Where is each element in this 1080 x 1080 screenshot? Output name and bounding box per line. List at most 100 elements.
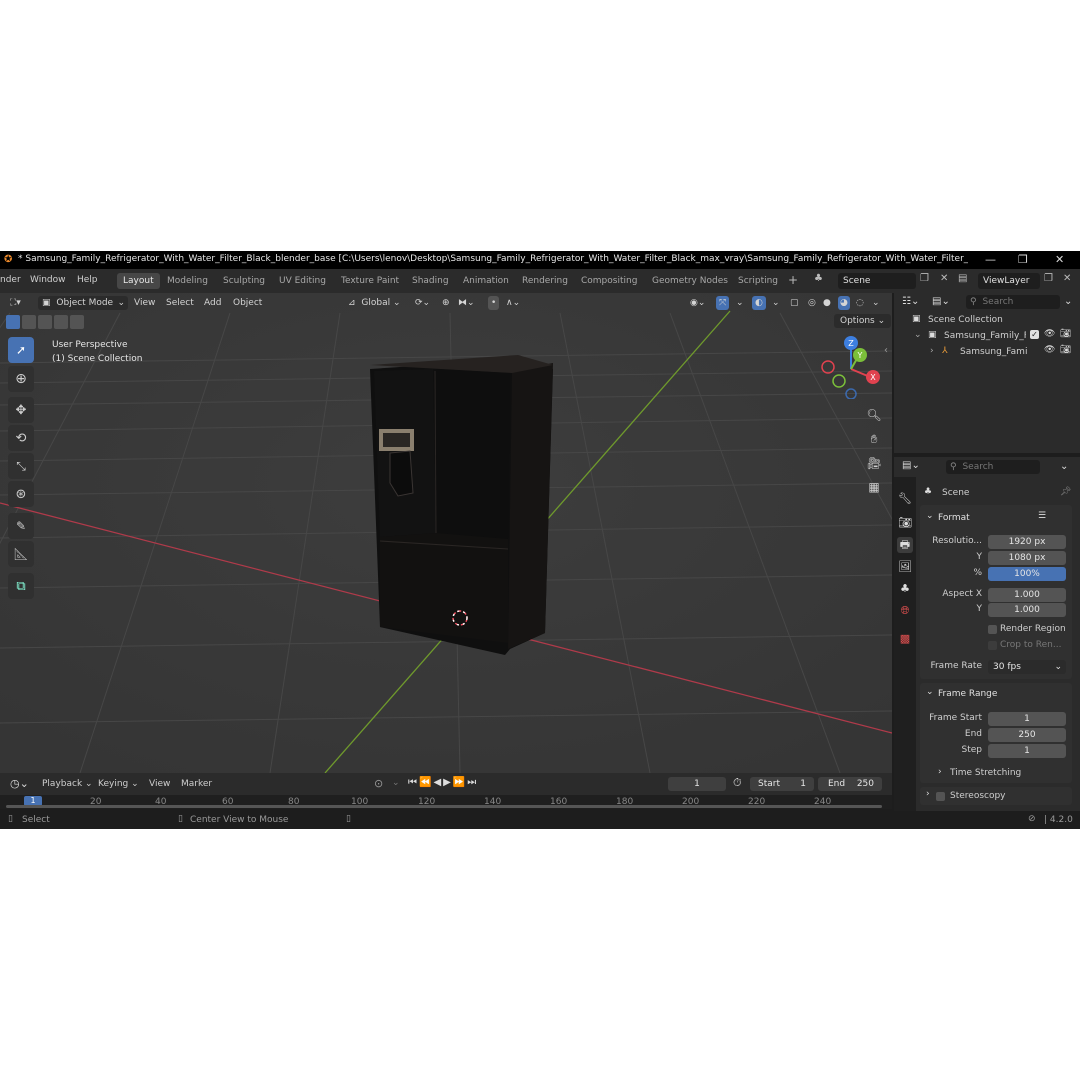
maximize-button[interactable]: ❐ <box>1018 253 1028 266</box>
proportional-edit-icon[interactable]: • <box>488 296 500 310</box>
resolution-y-field[interactable]: 1080 px <box>988 551 1066 565</box>
gizmo-dropdown-icon[interactable]: ⌄ <box>736 296 744 310</box>
tab-shading[interactable]: Shading <box>406 273 455 289</box>
transform-orientation-dropdown[interactable]: ⊿ Global ⌄ <box>348 296 408 310</box>
chevron-right-icon[interactable]: › <box>938 767 942 777</box>
add-workspace-button[interactable]: + <box>788 273 798 287</box>
frame-range-header[interactable]: Frame Range <box>938 689 997 699</box>
aspect-y-field[interactable]: 1.000 <box>988 603 1066 617</box>
menu-view[interactable]: View <box>134 296 155 310</box>
crop-checkbox[interactable] <box>988 641 997 650</box>
scale-tool[interactable]: ⤡ <box>8 453 34 479</box>
eye-icon[interactable]: 👁︎ <box>1044 329 1055 339</box>
minimize-button[interactable]: — <box>985 253 996 266</box>
tab-modeling[interactable]: Modeling <box>161 273 214 289</box>
falloff-icon[interactable]: ∧⌄ <box>506 296 520 310</box>
view-layer-tab-icon[interactable]: 🖼︎ <box>897 559 913 575</box>
pan-button[interactable]: ✋︎ <box>864 429 884 449</box>
stereoscopy-checkbox[interactable] <box>936 792 945 801</box>
select-box-tool[interactable]: ➚ <box>8 337 34 363</box>
mode-dropdown[interactable]: ▣ Object Mode ⌄ <box>38 296 128 310</box>
tab-compositing[interactable]: Compositing <box>575 273 643 289</box>
auto-keying-icon[interactable]: ⊙ <box>374 777 383 790</box>
zoom-button[interactable]: 🔍︎ <box>864 405 884 425</box>
snap-target-icon[interactable]: ⧓⌄ <box>458 296 475 310</box>
rendered-shading-icon[interactable]: ◌ <box>856 296 864 310</box>
timeline-editor-icon[interactable]: ◷⌄ <box>10 777 29 790</box>
visibility-icon[interactable]: ◉⌄ <box>690 296 705 310</box>
camera-view-button[interactable]: 🎥︎ <box>864 453 884 473</box>
exclude-checkbox[interactable]: ✓ <box>1030 330 1039 339</box>
clock-icon[interactable]: ⏱ <box>733 776 742 790</box>
chevron-right-icon[interactable]: › <box>926 789 930 799</box>
chevron-down-icon[interactable]: ⌄ <box>914 330 922 340</box>
menu-render[interactable]: nder <box>0 275 21 285</box>
resolution-x-field[interactable]: 1920 px <box>988 535 1066 549</box>
sidebar-toggle-icon[interactable]: ‹ <box>884 345 888 356</box>
outliner-editor-icon[interactable]: ☷⌄ <box>902 296 919 307</box>
tab-uv-editing[interactable]: UV Editing <box>273 273 332 289</box>
outliner-row-object[interactable]: › ⅄ Samsung_Fami 👁︎ 📷︎ <box>894 345 1080 361</box>
navigation-gizmo[interactable]: Z X Y <box>818 333 884 399</box>
menu-select[interactable]: Select <box>166 296 194 310</box>
chevron-down-icon[interactable]: ⌄ <box>926 511 934 521</box>
timeline-end-field[interactable]: End 250 <box>818 777 882 791</box>
close-button[interactable]: ✕ <box>1055 253 1064 266</box>
scene-tab-icon[interactable]: ♣ <box>897 581 913 597</box>
copy-scene-icon[interactable]: ❐ <box>920 273 929 284</box>
outliner-row-collection[interactable]: ⌄ ▣ Samsung_Family_F ✓ 👁︎ 📷︎ <box>894 329 1080 345</box>
properties-editor-icon[interactable]: ▤⌄ <box>902 460 920 471</box>
stereoscopy-panel[interactable]: › Stereoscopy <box>920 787 1072 805</box>
select-extend-icon[interactable] <box>22 315 36 329</box>
menu-object[interactable]: Object <box>233 296 262 310</box>
refrigerator-model[interactable] <box>370 355 553 655</box>
shading-dropdown-icon[interactable]: ⌄ <box>872 296 880 310</box>
menu-keying[interactable]: Keying ⌄ <box>98 779 139 789</box>
tab-geometry-nodes[interactable]: Geometry Nodes <box>646 273 734 289</box>
gizmo-toggle-icon[interactable]: ⤧ <box>716 296 730 310</box>
cursor-tool[interactable]: ⊕ <box>8 366 34 392</box>
frame-end-field[interactable]: 250 <box>988 728 1066 742</box>
transform-tool[interactable]: ⊛ <box>8 481 34 507</box>
eye-icon[interactable]: 👁︎ <box>1044 345 1055 355</box>
scene-selector[interactable]: Scene <box>838 273 916 289</box>
view-layer-selector[interactable]: ViewLayer <box>978 273 1040 289</box>
annotate-tool[interactable]: ✎ <box>8 513 34 539</box>
tab-texture-paint[interactable]: Texture Paint <box>335 273 405 289</box>
filter-icon[interactable]: ⌄ <box>1064 296 1072 307</box>
texture-tab-icon[interactable]: ▩ <box>897 631 913 647</box>
frame-step-field[interactable]: 1 <box>988 744 1066 758</box>
outliner-search-input[interactable]: ⚲ Search <box>966 295 1060 309</box>
ortho-toggle-button[interactable]: ▦ <box>864 477 884 497</box>
pin-icon[interactable]: 📌︎ <box>1060 487 1071 497</box>
time-stretching-header[interactable]: Time Stretching <box>950 768 1021 778</box>
current-frame-field[interactable]: 1 <box>668 777 726 791</box>
wireframe-shading-icon[interactable]: ◎ <box>808 296 816 310</box>
timeline-ruler[interactable]: 1 20 40 60 80 100 120 140 160 180 200 22… <box>0 795 892 809</box>
frame-start-field[interactable]: 1 <box>988 712 1066 726</box>
chevron-right-icon[interactable]: › <box>930 346 934 356</box>
tab-animation[interactable]: Animation <box>457 273 515 289</box>
tool-tab-icon[interactable]: 🔧︎ <box>897 491 913 507</box>
move-tool[interactable]: ✥ <box>8 397 34 423</box>
remove-scene-icon[interactable]: ✕ <box>940 273 948 284</box>
outliner-row-scene-collection[interactable]: ▣ Scene Collection <box>894 313 1080 329</box>
select-intersect-icon[interactable] <box>70 315 84 329</box>
rotate-tool[interactable]: ⟲ <box>8 425 34 451</box>
menu-marker[interactable]: Marker <box>181 779 212 789</box>
copy-view-layer-icon[interactable]: ❐ <box>1044 273 1053 284</box>
timeline-start-field[interactable]: Start 1 <box>750 777 814 791</box>
timeline-scrollbar[interactable] <box>6 805 882 808</box>
properties-search-input[interactable]: ⚲ Search <box>946 460 1040 474</box>
material-preview-icon[interactable]: ◕ <box>838 296 850 310</box>
overlays-toggle-icon[interactable]: ◐ <box>752 296 766 310</box>
display-mode-icon[interactable]: ▤⌄ <box>932 296 950 307</box>
aspect-x-field[interactable]: 1.000 <box>988 588 1066 602</box>
menu-view-timeline[interactable]: View <box>149 779 170 789</box>
chevron-down-icon[interactable]: ⌄ <box>926 687 934 697</box>
keying-set-icon[interactable]: ⌄ <box>392 778 400 788</box>
menu-window[interactable]: Window <box>30 275 66 285</box>
tab-sculpting[interactable]: Sculpting <box>217 273 271 289</box>
solid-shading-icon[interactable]: ● <box>823 296 831 310</box>
tab-scripting[interactable]: Scripting <box>732 273 784 289</box>
